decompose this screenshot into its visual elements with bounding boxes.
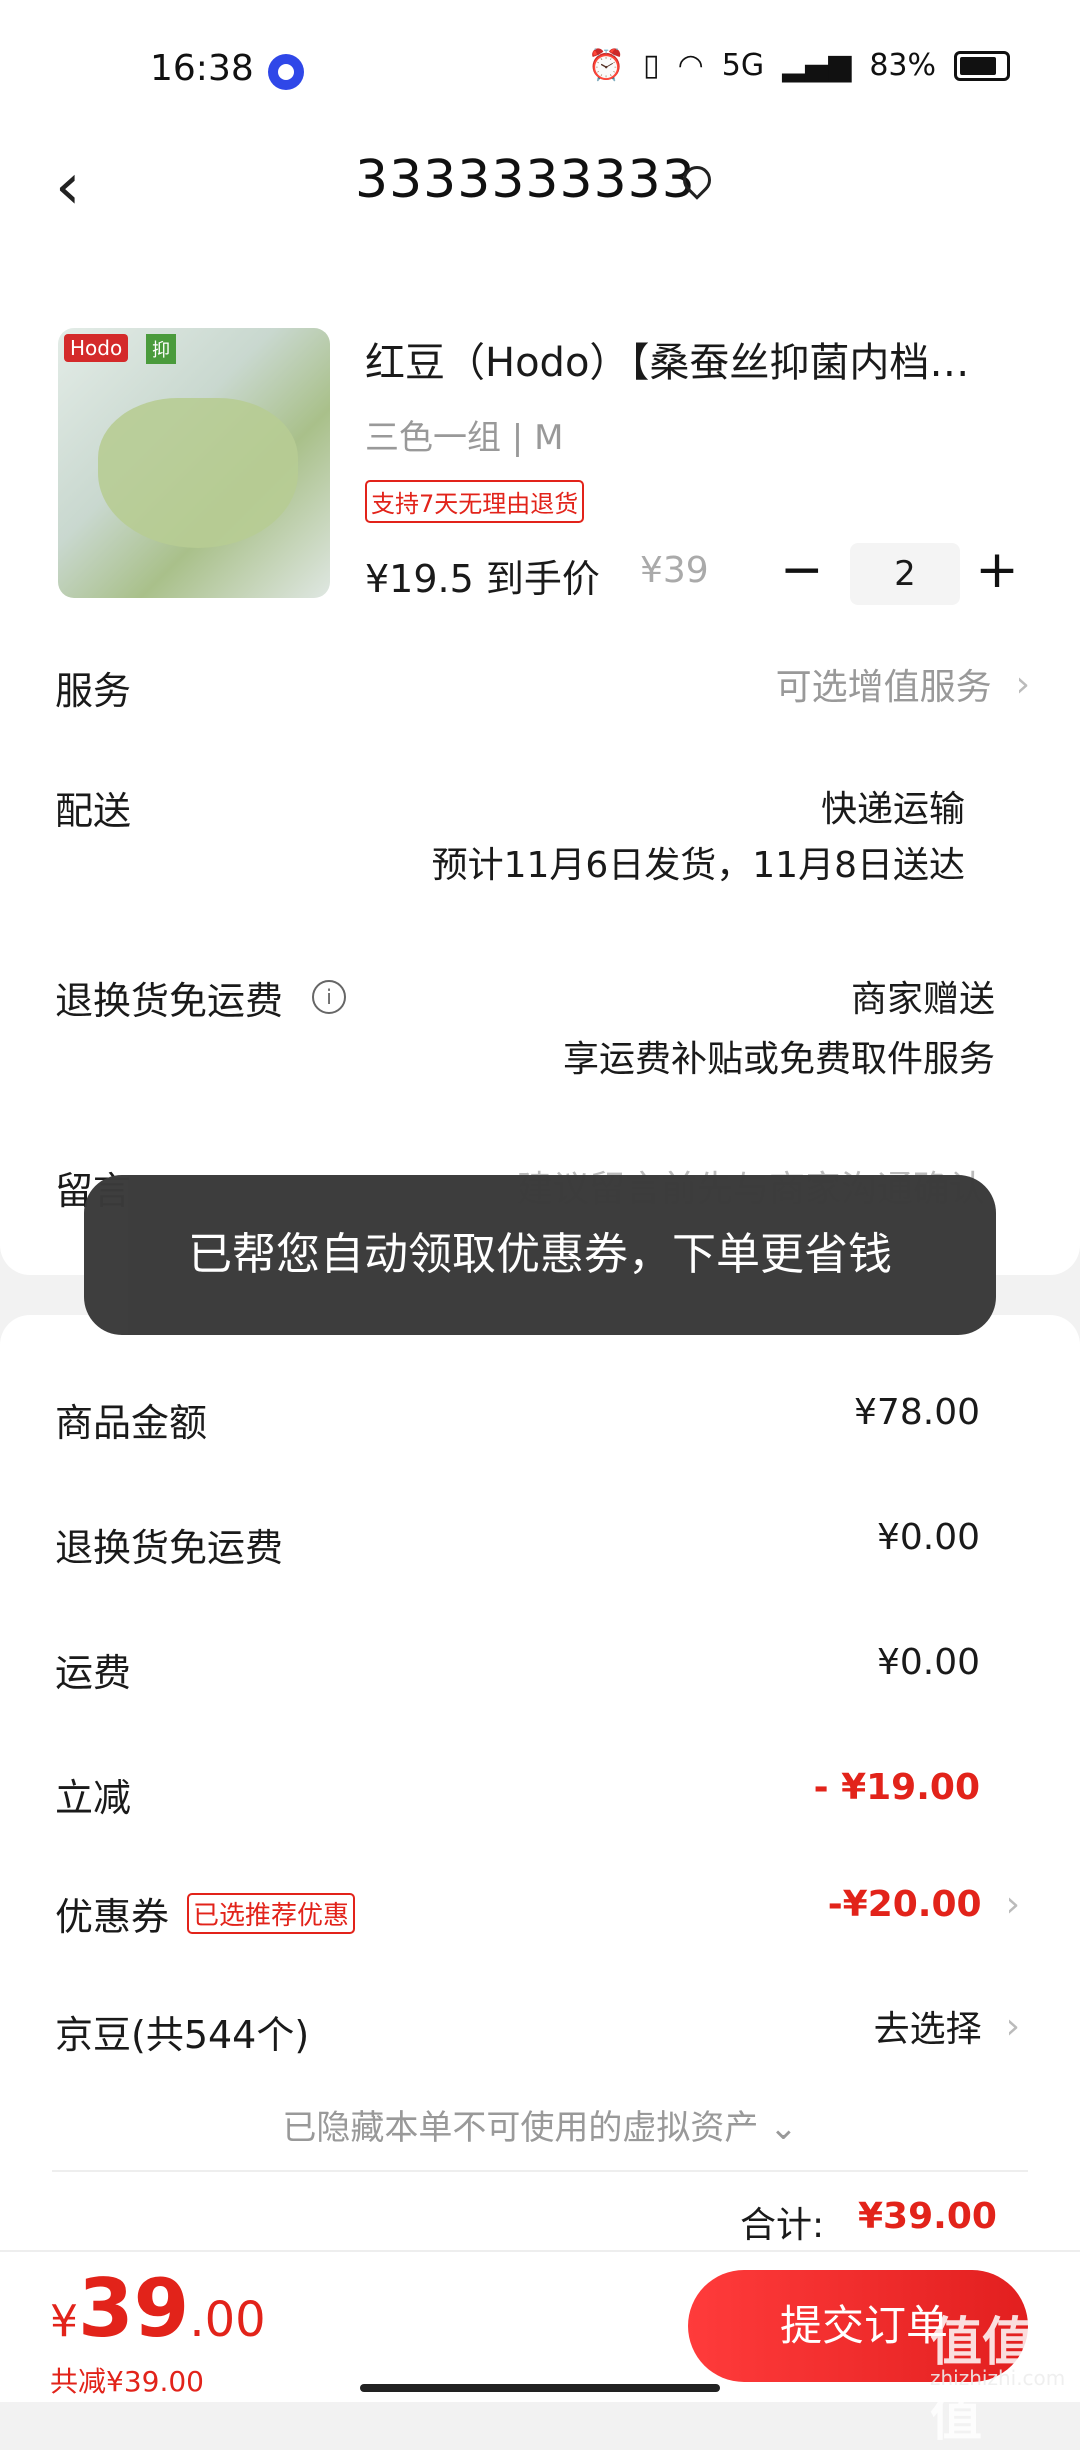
coupon-selector[interactable]: -¥20.00 › [828,1884,1020,1925]
address-title[interactable]: 3333333333 [355,150,696,210]
battery-percent: 83% [869,48,936,83]
payable-price: ¥39.00 [50,2262,266,2355]
vibrate-icon: ▯ [643,48,660,83]
battery-icon [954,50,1010,81]
product-image-shape [98,398,298,548]
network-label: 5G [721,48,765,83]
goods-amount-label: 商品金额 [55,1401,208,1445]
product-spec[interactable]: 三色一组 | M [365,410,563,459]
chevron-left-icon: ‹ [55,150,81,224]
delivery-label: 配送 [55,789,132,833]
coupon-toast: 已帮您自动领取优惠券，下单更省钱 [84,1175,996,1335]
delivery-method[interactable]: 快递运输 [821,780,965,832]
shipping-value: ¥0.00 [876,1642,980,1683]
free-return-detail: 享运费补贴或免费取件服务 [562,1039,995,1080]
total-saved: 共减¥39.00 [50,2365,204,2398]
currency-symbol: ¥ [50,2296,78,2347]
return-shipping-value: ¥0.00 [876,1517,980,1558]
coupon-value: -¥20.00 [827,1884,982,1925]
service-label: 服务 [55,669,132,713]
jd-beans-selector[interactable]: 去选择 › [874,2000,1020,2052]
status-icons: ⏰ ▯ ◠ 5G ▂▄▆ 83% [588,48,1010,83]
alarm-icon: ⏰ [587,48,626,83]
chevron-right-icon: › [1005,2005,1020,2047]
jd-beans-label: 京豆(共544个) [55,2013,310,2057]
jd-beans-value: 去选择 [873,2009,982,2050]
coupon-label: 优惠券 [55,1895,170,1939]
delivery-eta: 预计11月6日发货，11月8日送达 [431,845,965,886]
service-value: 可选增值服务 [775,667,992,708]
thumb-tag: 抑 [146,334,176,364]
wifi-icon: ◠ [677,48,704,83]
divider [52,2170,1028,2172]
price-integer: 39 [78,2262,190,2355]
coupon-row-left: 优惠券 已选推荐优惠 [55,1886,356,1941]
home-indicator[interactable] [360,2384,720,2392]
free-return-label: 退换货免运费 [55,979,284,1023]
total-label: 合计: [740,2205,825,2246]
goods-amount-value: ¥78.00 [854,1392,980,1433]
status-time: 16:38 [150,48,254,89]
quantity-decrease-button[interactable]: − [780,540,824,600]
service-selector[interactable]: 可选增值服务 › [776,658,1030,710]
chevron-right-icon: › [1005,1884,1020,1925]
total-value: ¥39.00 [858,2196,997,2237]
quantity-increase-button[interactable]: + [975,540,1019,600]
instant-discount-value: - ¥19.00 [813,1767,980,1808]
original-price: ¥39 [640,550,709,591]
product-name[interactable]: 红豆（Hodo）【桑蚕丝抑菌内档… [365,330,1015,388]
chevron-right-icon: › [1015,663,1030,705]
quantity-input[interactable]: 2 [850,543,960,605]
price-decimal: .00 [189,2292,266,2348]
back-button[interactable]: ‹ [55,150,81,224]
return-shipping-label: 退换货免运费 [55,1526,284,1570]
coupon-recommended-tag: 已选推荐优惠 [187,1893,356,1934]
app-notification-icon [268,54,304,90]
brand-logo: Hodo [64,334,129,362]
free-return-value: 商家赠送 [850,979,995,1020]
signal-icon: ▂▄▆ [782,48,852,83]
instant-discount-label: 立减 [55,1776,132,1820]
shipping-label: 运费 [55,1651,132,1695]
info-icon[interactable]: i [312,980,346,1014]
hidden-assets-toggle[interactable]: 已隐藏本单不可使用的虚拟资产 ⌄ [0,2100,1080,2149]
product-thumbnail[interactable]: Hodo 抑 [58,328,330,598]
watermark-url: zhizhizhi.com [930,2366,1066,2390]
product-price: ¥19.5 到手价 [365,557,600,601]
return-policy-badge: 支持7天无理由退货 [365,480,585,523]
